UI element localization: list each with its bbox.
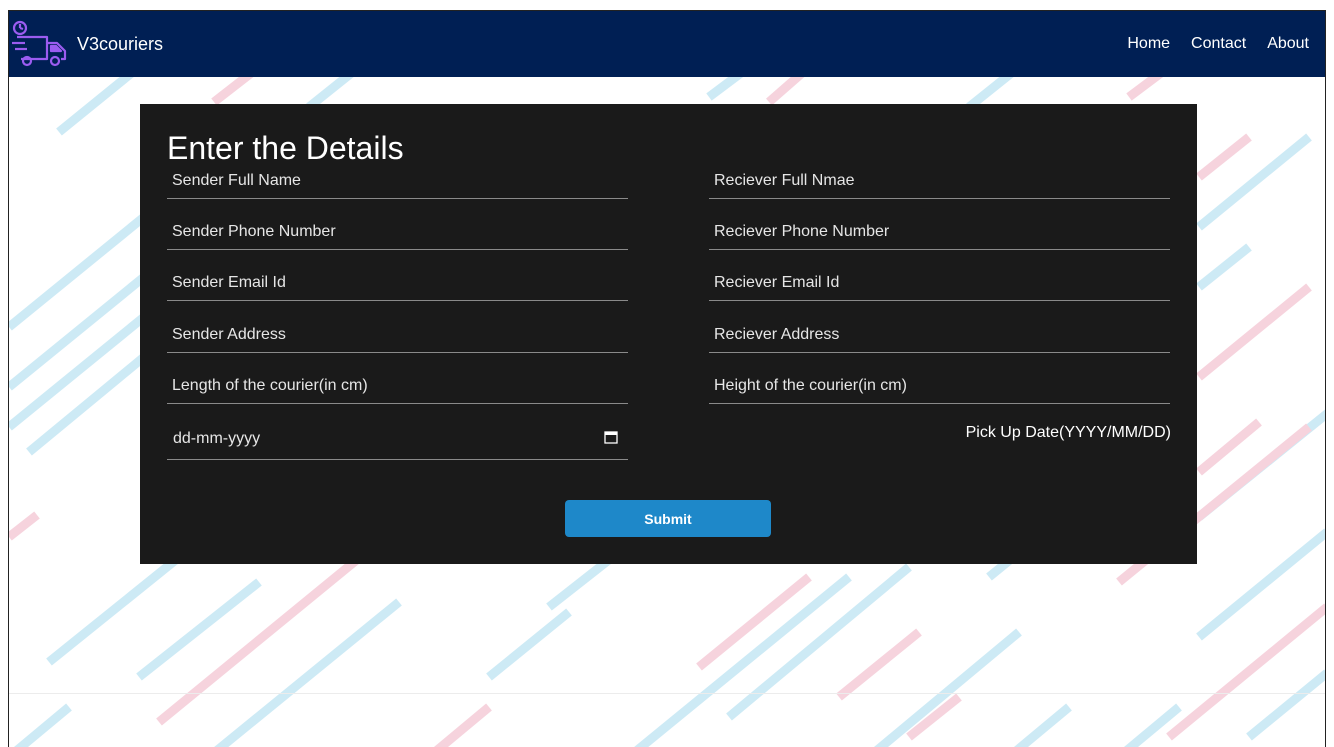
nav-links: Home Contact About [1106, 35, 1309, 53]
sender-address-input[interactable] [167, 318, 628, 352]
footer-divider [9, 693, 1325, 694]
receiver-email-input[interactable] [709, 266, 1170, 300]
receiver-phone-field [709, 215, 1170, 250]
nav-home-link[interactable]: Home [1127, 35, 1170, 53]
brand-name: V3couriers [77, 33, 164, 54]
sender-name-field [167, 164, 628, 199]
receiver-email-field [709, 266, 1170, 301]
pickup-date-field[interactable]: dd-mm-yyyy [167, 412, 628, 460]
receiver-address-input[interactable] [709, 318, 1170, 352]
sender-address-field [167, 318, 628, 353]
receiver-phone-input[interactable] [709, 215, 1170, 249]
sender-phone-input[interactable] [167, 215, 628, 249]
sender-email-field [167, 266, 628, 301]
height-input[interactable] [709, 369, 1170, 403]
courier-details-form: Enter the Details Sender Full Name Recie… [140, 104, 1197, 564]
sender-phone-field [167, 215, 628, 250]
delivery-truck-icon [12, 20, 67, 67]
nav-contact-link[interactable]: Contact [1191, 35, 1246, 53]
height-field [709, 369, 1170, 404]
receiver-name-field [709, 164, 1170, 199]
submit-button[interactable]: Submit [565, 500, 771, 537]
length-field [167, 369, 628, 404]
top-navbar: V3couriers Home Contact About [9, 11, 1325, 77]
receiver-address-field [709, 318, 1170, 353]
sender-name-input[interactable] [167, 164, 628, 198]
length-input[interactable] [167, 369, 628, 403]
pickup-date-label: Pick Up Date(YYYY/MM/DD) [965, 424, 1171, 441]
page-frame: V3couriers Home Contact About Enter the … [8, 10, 1326, 747]
sender-email-input[interactable] [167, 266, 628, 300]
form-title: Enter the Details [167, 130, 404, 166]
nav-about-link[interactable]: About [1267, 35, 1309, 53]
calendar-icon[interactable] [604, 430, 618, 444]
receiver-name-input[interactable] [709, 164, 1170, 198]
brand[interactable]: V3couriers [11, 19, 163, 69]
date-placeholder: dd-mm-yyyy [173, 430, 261, 447]
